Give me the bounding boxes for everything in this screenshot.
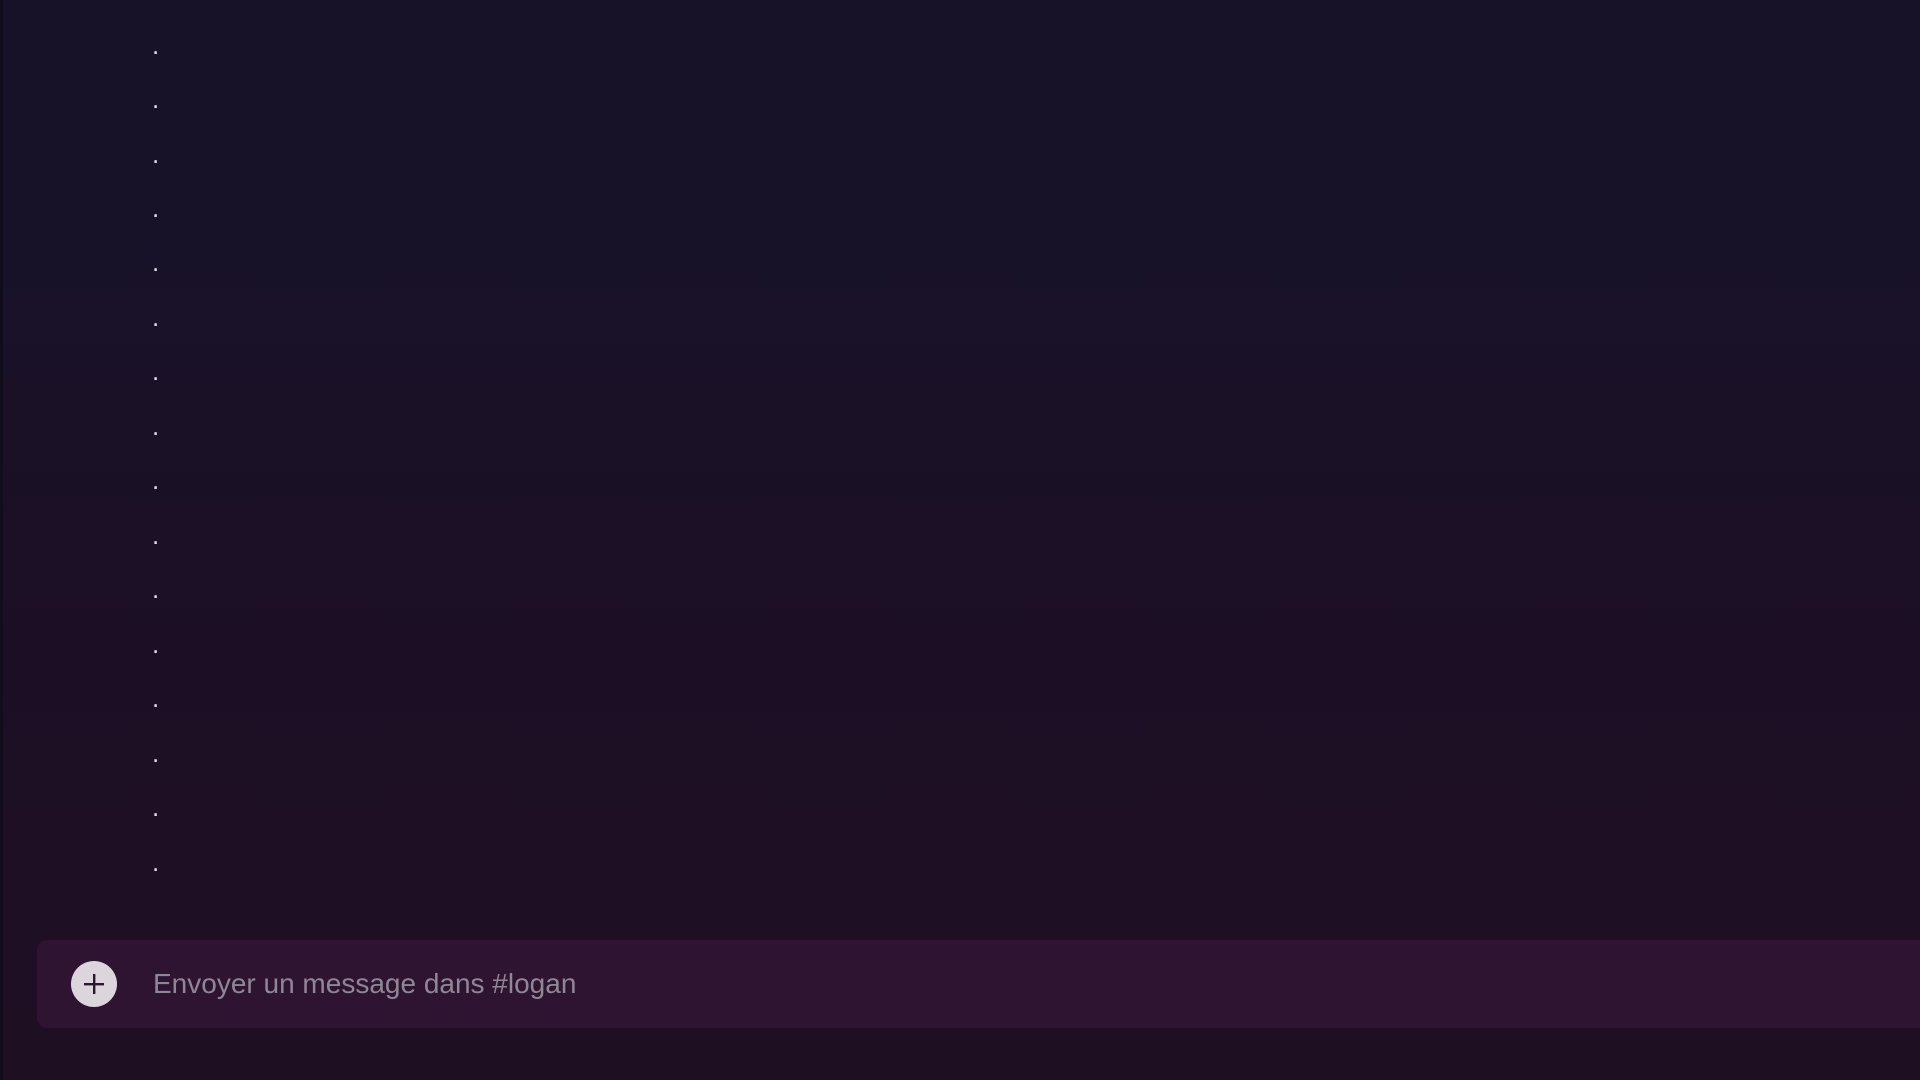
message-text: .: [152, 629, 160, 659]
message-item: .: [0, 522, 400, 576]
message-text: .: [152, 738, 160, 768]
message-item: .: [0, 86, 400, 140]
message-text: .: [152, 356, 160, 386]
message-text: .: [152, 574, 160, 604]
plus-circle-icon: [84, 974, 104, 994]
message-item: .: [0, 467, 400, 521]
message-text: .: [152, 847, 160, 877]
message-text: .: [152, 411, 160, 441]
message-input[interactable]: [153, 962, 1853, 1006]
message-item: .: [0, 631, 400, 685]
message-item: .: [0, 249, 400, 303]
message-item: .: [0, 740, 400, 794]
message-text: .: [152, 792, 160, 822]
message-text: .: [152, 683, 160, 713]
message-text: .: [152, 302, 160, 332]
message-item: .: [0, 0, 400, 32]
message-item: .: [0, 195, 400, 249]
message-text: .: [152, 84, 160, 114]
message-item: .: [0, 358, 400, 412]
message-text: .: [152, 465, 160, 495]
message-item: .: [0, 794, 400, 848]
message-item: .: [0, 32, 400, 86]
message-text: .: [152, 30, 160, 60]
message-text: .: [152, 193, 160, 223]
message-text: .: [152, 139, 160, 169]
message-text: .: [152, 520, 160, 550]
message-item: .: [0, 413, 400, 467]
message-item: .: [0, 141, 400, 195]
message-text: .: [152, 247, 160, 277]
message-item: .: [0, 576, 400, 630]
message-item: .: [0, 849, 400, 903]
message-list[interactable]: . . . . . . . . . . . . . . . . .: [0, 0, 1920, 920]
attach-button[interactable]: [71, 961, 117, 1007]
message-item: .: [0, 304, 400, 358]
message-item: .: [0, 685, 400, 739]
message-composer: [37, 940, 1920, 1028]
message-text: .: [152, 0, 159, 4]
